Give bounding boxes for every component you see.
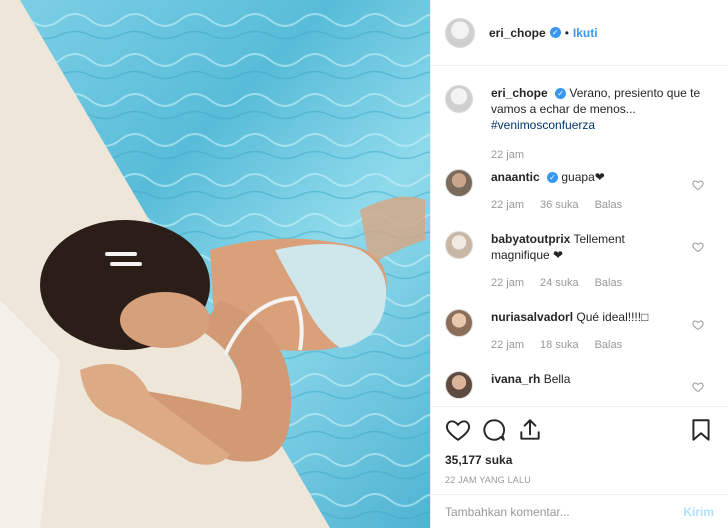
comment-meta: 22 jam 18 suka Balas xyxy=(491,339,684,351)
photo-illustration xyxy=(0,0,430,528)
comment-username[interactable]: ivana_rh xyxy=(491,372,540,386)
verified-icon: ✓ xyxy=(549,27,561,38)
comment-username[interactable]: nuriasalvadorl xyxy=(491,310,573,324)
likes-count[interactable]: 35,177 suka xyxy=(445,453,714,467)
caption-text-block: eri_chope ✓ Verano, presiento que te vam… xyxy=(491,85,714,133)
comment-text-block: nuriasalvadorl Qué ideal!!!!□ xyxy=(491,309,684,325)
post-panel: eri_chope ✓ • Ikuti eri_chope ✓ Verano, … xyxy=(430,0,728,528)
post-photo[interactable] xyxy=(0,0,430,528)
comment-avatar[interactable] xyxy=(445,309,473,337)
caption-avatar[interactable] xyxy=(445,85,473,113)
post-comment-button[interactable]: Kirim xyxy=(683,505,714,519)
caption-username[interactable]: eri_chope xyxy=(491,86,548,100)
share-icon[interactable] xyxy=(517,417,543,443)
comment-likes[interactable]: 36 suka xyxy=(540,199,579,211)
comment-avatar[interactable] xyxy=(445,371,473,399)
comment-body: nuriasalvadorl Qué ideal!!!!□ 22 jam 18 … xyxy=(491,309,714,351)
verified-icon: ✓ xyxy=(547,172,559,184)
comment-item: anaantic ✓ guapa❤ 22 jam 36 suka Balas xyxy=(445,169,714,211)
caption-body: eri_chope ✓ Verano, presiento que te vam… xyxy=(491,85,714,161)
reply-button[interactable]: Balas xyxy=(595,199,623,211)
verified-icon: ✓ xyxy=(555,88,567,100)
comment-icon[interactable] xyxy=(481,417,507,443)
comment-text: Qué ideal!!!!□ xyxy=(576,310,649,324)
comment-likes[interactable]: 18 suka xyxy=(540,339,579,351)
caption: eri_chope ✓ Verano, presiento que te vam… xyxy=(445,85,714,161)
comment-text-block: ivana_rh Bella xyxy=(491,371,684,387)
comment-time[interactable]: 22 jam xyxy=(491,339,524,351)
comment-item: babyatoutprix Tellement magnifique ❤ 22 … xyxy=(445,231,714,289)
comment-body: babyatoutprix Tellement magnifique ❤ 22 … xyxy=(491,231,714,289)
post-time[interactable]: 22 JAM YANG LALU xyxy=(445,475,714,485)
comment-meta: 22 jam 24 suka Balas xyxy=(491,277,684,289)
comment-item: ivana_rh Bella xyxy=(445,371,714,399)
comment-username[interactable]: babyatoutprix xyxy=(491,232,570,246)
author-username[interactable]: eri_chope xyxy=(489,26,546,40)
comment-username[interactable]: anaantic xyxy=(491,170,540,184)
add-comment-bar: Kirim xyxy=(431,494,728,528)
caption-meta: 22 jam xyxy=(491,149,714,161)
post-header: eri_chope ✓ • Ikuti xyxy=(431,0,728,66)
follow-button[interactable]: Ikuti xyxy=(573,26,598,40)
comment-text-block: anaantic ✓ guapa❤ xyxy=(491,169,684,185)
comment-body: ivana_rh Bella xyxy=(491,371,714,399)
comment-item: nuriasalvadorl Qué ideal!!!!□ 22 jam 18 … xyxy=(445,309,714,351)
comment-avatar[interactable] xyxy=(445,231,473,259)
action-icons xyxy=(445,415,714,445)
comment-avatar[interactable] xyxy=(445,169,473,197)
comment-heart-icon[interactable] xyxy=(692,179,704,191)
comment-heart-icon[interactable] xyxy=(692,241,704,253)
comment-text: Bella xyxy=(543,372,571,386)
comment-input[interactable] xyxy=(445,504,684,519)
bookmark-icon[interactable] xyxy=(688,417,714,443)
comment-text-block: babyatoutprix Tellement magnifique ❤ xyxy=(491,231,684,263)
reply-button[interactable]: Balas xyxy=(595,277,623,289)
caption-time[interactable]: 22 jam xyxy=(491,149,524,161)
comment-meta: 22 jam 36 suka Balas xyxy=(491,199,684,211)
separator-dot: • xyxy=(564,25,569,40)
comment-time[interactable]: 22 jam xyxy=(491,199,524,211)
reply-button[interactable]: Balas xyxy=(595,339,623,351)
comment-time[interactable]: 22 jam xyxy=(491,277,524,289)
post-actions: 35,177 suka 22 JAM YANG LALU xyxy=(431,406,728,494)
comment-heart-icon[interactable] xyxy=(692,319,704,331)
comment-likes[interactable]: 24 suka xyxy=(540,277,579,289)
comment-heart-icon[interactable] xyxy=(692,381,704,393)
comment-body: anaantic ✓ guapa❤ 22 jam 36 suka Balas xyxy=(491,169,714,211)
comment-text: guapa❤ xyxy=(561,170,605,184)
author-avatar[interactable] xyxy=(445,17,475,48)
heart-icon[interactable] xyxy=(445,417,471,443)
hashtag-link[interactable]: #venimosconfuerza xyxy=(491,118,595,132)
comments-list[interactable]: eri_chope ✓ Verano, presiento que te vam… xyxy=(431,67,728,405)
